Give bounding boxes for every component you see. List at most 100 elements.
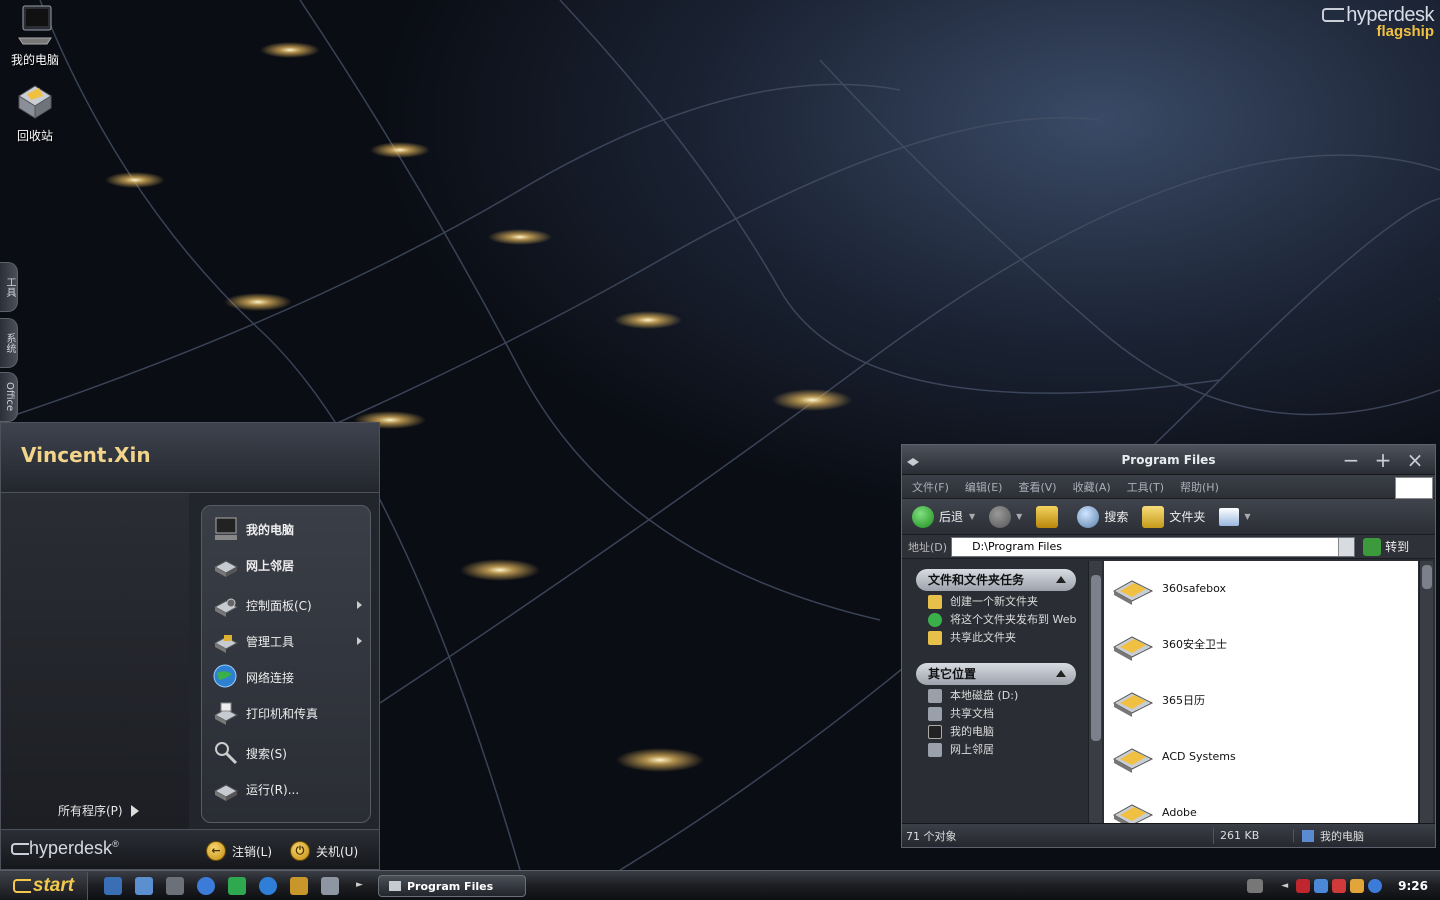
place-network[interactable]: 网上邻居 [928, 743, 1088, 757]
task-share-folder[interactable]: 共享此文件夹 [928, 631, 1088, 645]
side-tab-office[interactable]: Office [0, 372, 18, 422]
address-bar: 地址(D) D:\Program Files 转到 [902, 535, 1435, 559]
menu-edit[interactable]: 编辑(E) [965, 479, 1003, 495]
system-tray: ◄ 9:26 [1245, 871, 1440, 900]
menu-file[interactable]: 文件(F) [912, 479, 949, 495]
file-item[interactable]: Adobe [1110, 795, 1197, 823]
publish-web-icon [928, 613, 942, 627]
folder-icon [1112, 580, 1154, 605]
start-menu-header: Vincent.Xin [1, 423, 379, 493]
file-item[interactable]: 360安全卫士 [1110, 627, 1227, 661]
back-button[interactable]: 后退 ▼ [912, 505, 976, 528]
computer-icon [1302, 829, 1314, 842]
quicklaunch-computer-icon[interactable] [166, 877, 184, 895]
folders-label: 文件夹 [1169, 510, 1206, 524]
security-icon[interactable] [1332, 878, 1347, 893]
menu-item-printers-faxes[interactable]: 打印机和传真 [212, 698, 362, 728]
taskbar-window-button[interactable]: Program Files [378, 875, 526, 897]
folder-icon [1112, 636, 1154, 661]
place-my-computer[interactable]: 我的电脑 [928, 725, 1088, 739]
menu-view[interactable]: 查看(V) [1018, 479, 1056, 495]
task-pane-scrollbar[interactable] [1088, 561, 1102, 823]
menu-item-network-places[interactable]: 网上邻居 [212, 550, 362, 580]
place-shared-docs[interactable]: 共享文档 [928, 707, 1088, 721]
menu-favorites[interactable]: 收藏(A) [1073, 479, 1111, 495]
network-status-icon[interactable] [1314, 878, 1329, 893]
all-programs-button[interactable]: 所有程序(P) [58, 802, 139, 819]
quicklaunch-green-icon[interactable] [228, 877, 246, 895]
start-menu-footer: hyperdesk® ← 注销(L) ⏻ 关机(U) [1, 829, 379, 869]
chevron-down-icon: ▼ [1016, 512, 1023, 521]
logoff-icon: ← [206, 841, 226, 861]
file-item[interactable]: ACD Systems [1110, 739, 1236, 773]
side-tab-tools[interactable]: 工具 [0, 262, 18, 312]
file-item[interactable]: 360safebox [1110, 571, 1226, 605]
file-list: 360safebox 360安全卫士 365日历 ACD Systems Ado… [1104, 561, 1418, 823]
quicklaunch-more-icon[interactable]: ► [356, 880, 363, 890]
menu-item-admin-tools[interactable]: 管理工具 [212, 626, 362, 656]
task-publish-web[interactable]: 将这个文件夹发布到 Web [928, 613, 1088, 627]
menu-item-network-connections[interactable]: 网络连接 [212, 662, 362, 692]
menu-item-label: 打印机和传真 [246, 706, 319, 721]
menu-item-control-panel[interactable]: 控制面板(C) [212, 590, 362, 620]
maximize-button[interactable]: + [1373, 450, 1393, 470]
arrow-right-icon [130, 805, 139, 817]
places-panel-header[interactable]: 其它位置 [916, 663, 1076, 685]
menu-item-run[interactable]: 运行(R)... [212, 774, 362, 804]
menu-item-my-computer[interactable]: 我的电脑 [212, 514, 362, 544]
up-folder-icon [1036, 505, 1059, 528]
search-button[interactable]: 搜索 [1077, 505, 1129, 528]
messenger-icon[interactable] [1368, 878, 1383, 893]
window-titlebar[interactable]: Program Files − + × [902, 445, 1435, 475]
logoff-button[interactable]: ← 注销(L) [206, 841, 272, 861]
menu-item-search[interactable]: 搜索(S) [212, 738, 362, 768]
menu-item-label: 我的电脑 [246, 522, 295, 537]
shutdown-button[interactable]: ⏻ 关机(U) [290, 841, 358, 861]
address-input[interactable]: D:\Program Files [951, 536, 1356, 557]
window-title: Program Files [1121, 452, 1216, 467]
quicklaunch-ie-icon[interactable] [104, 877, 122, 895]
status-location: 我的电脑 [1294, 828, 1364, 844]
clock[interactable]: 9:26 [1398, 879, 1428, 893]
drive-icon [928, 689, 942, 703]
tray-expand-icon[interactable]: ◄ [1281, 881, 1288, 891]
close-button[interactable]: × [1405, 450, 1425, 470]
tray-app-icon[interactable] [1350, 878, 1365, 893]
keyboard-icon[interactable] [1247, 878, 1264, 893]
side-tab-system[interactable]: 系统 [0, 318, 18, 368]
quicklaunch-notepad-icon[interactable] [321, 877, 339, 895]
quicklaunch-messenger-icon[interactable] [197, 877, 215, 895]
forward-button[interactable]: ▼ [989, 505, 1023, 528]
go-button[interactable]: 转到 [1363, 537, 1409, 556]
quicklaunch-paint-icon[interactable] [290, 877, 308, 895]
status-size: 261 KB [1214, 829, 1294, 842]
desktop-icon-my-computer[interactable]: 我的电脑 [0, 2, 70, 68]
chevron-down-icon: ▼ [969, 512, 976, 521]
tasks-panel-header[interactable]: 文件和文件夹任务 [916, 569, 1076, 591]
start-button[interactable]: start [0, 872, 88, 900]
folders-button[interactable]: 文件夹 [1142, 505, 1206, 528]
task-new-folder[interactable]: 创建一个新文件夹 [928, 595, 1088, 609]
place-local-disk[interactable]: 本地磁盘 (D:) [928, 689, 1088, 703]
menu-help[interactable]: 帮助(H) [1180, 479, 1219, 495]
chevron-down-icon: ▼ [1244, 512, 1251, 521]
folder-icon [1112, 748, 1154, 773]
submenu-arrow-icon [357, 637, 362, 645]
views-button[interactable]: ▼ [1219, 507, 1251, 526]
up-folder-button[interactable] [1036, 505, 1063, 528]
scrollbar-thumb[interactable] [1422, 565, 1432, 589]
address-dropdown-button[interactable] [1338, 537, 1355, 556]
quicklaunch-document-icon[interactable] [135, 877, 153, 895]
menu-tools[interactable]: 工具(T) [1127, 479, 1164, 495]
quicklaunch-browser-icon[interactable] [259, 877, 277, 895]
start-logo-icon [12, 879, 31, 893]
power-icon: ⏻ [290, 841, 310, 861]
antivirus-icon[interactable] [1296, 878, 1311, 893]
scrollbar-thumb[interactable] [1091, 575, 1101, 741]
file-item[interactable]: 365日历 [1110, 683, 1205, 717]
file-list-scrollbar[interactable] [1419, 561, 1433, 823]
search-label: 搜索 [1104, 510, 1129, 524]
desktop-icon-recycle-bin[interactable]: 回收站 [0, 78, 70, 144]
status-bar: 71 个对象 261 KB 我的电脑 [902, 823, 1435, 847]
minimize-button[interactable]: − [1341, 450, 1361, 470]
